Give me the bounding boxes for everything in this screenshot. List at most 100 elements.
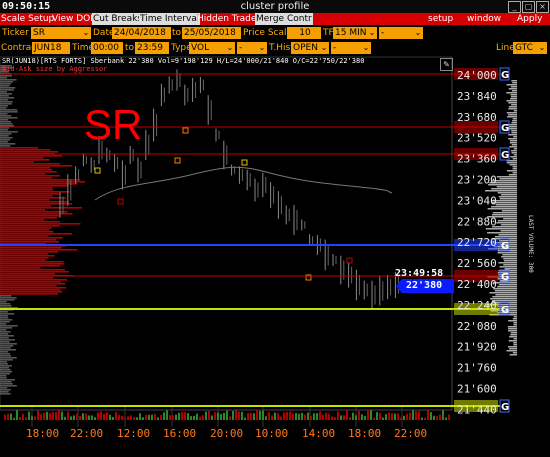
menu-setup[interactable]: setup xyxy=(428,13,453,25)
volume-profile-bar xyxy=(0,159,50,161)
volume-profile-bar xyxy=(0,151,59,153)
menu-time-interval[interactable]: Time Interval xyxy=(139,13,201,25)
volume-profile-bar xyxy=(0,169,53,171)
volume-histogram-bar xyxy=(412,410,414,420)
volume-histogram-bar xyxy=(205,411,207,420)
volume-profile-bar xyxy=(0,105,9,107)
menu-apply[interactable]: Apply xyxy=(517,13,542,25)
volume-profile-bar xyxy=(0,171,57,173)
type-select[interactable]: VOL xyxy=(189,42,225,54)
volume-profile-bar xyxy=(0,231,54,233)
volume-histogram-bar xyxy=(16,410,18,420)
volume-histogram-bar xyxy=(340,415,342,420)
volume-profile-bar xyxy=(0,133,12,135)
menu-cut-breaks[interactable]: Cut Breaks xyxy=(92,13,144,25)
time-to-field[interactable]: 23:59 xyxy=(135,42,169,54)
volume-profile-bar xyxy=(0,233,73,235)
right-volume-bar xyxy=(510,334,517,336)
volume-histogram-bar xyxy=(25,417,27,420)
thist-chevron-down-icon[interactable]: ⌄ xyxy=(319,42,329,54)
chart-canvas[interactable]: G G G G G G G 24'000 23'840 23'680 23'520 23'360 23… xyxy=(0,55,550,453)
volume-profile-bar xyxy=(0,189,53,191)
volume-profile-bar xyxy=(0,365,12,367)
right-volume-bar xyxy=(513,344,517,346)
ticker-select[interactable]: SR xyxy=(31,27,81,39)
volume-profile-bar xyxy=(0,147,38,149)
menu-merge-contr[interactable]: Merge Contr xyxy=(255,13,313,25)
volume-profile-bar xyxy=(0,149,51,151)
right-volume-bar xyxy=(507,326,517,328)
tf-chevron-down-icon[interactable]: ⌄ xyxy=(367,27,377,39)
thist-extra-chevron-down-icon[interactable]: ⌄ xyxy=(361,42,371,54)
volume-histogram-bar xyxy=(97,412,99,420)
tf-select[interactable]: 15 MIN xyxy=(333,27,367,39)
volume-histogram-bar xyxy=(280,416,282,420)
menu-hidden-trades[interactable]: Hidden Trades xyxy=(197,13,261,25)
volume-histogram-bar xyxy=(253,413,255,420)
volume-profile-bar xyxy=(0,271,69,273)
volume-histogram-bar xyxy=(109,414,111,420)
contract-field[interactable]: JUN18 xyxy=(32,42,70,54)
volume-profile-bar xyxy=(0,235,49,237)
type-extra-select[interactable]: - xyxy=(237,42,257,54)
right-volume-bar xyxy=(506,350,517,352)
close-icon[interactable]: × xyxy=(536,1,549,13)
volume-histogram-bar xyxy=(430,412,432,420)
line-chevron-down-icon[interactable]: ⌄ xyxy=(537,42,547,54)
minimize-icon[interactable]: _ xyxy=(508,1,521,13)
volume-profile-bar xyxy=(0,327,13,329)
ticker-chevron-down-icon[interactable]: ⌄ xyxy=(81,27,91,39)
menu-window[interactable]: window xyxy=(467,13,501,25)
right-volume-bar xyxy=(512,158,517,160)
volume-histogram-bar xyxy=(211,415,213,420)
volume-profile-bar xyxy=(0,183,78,185)
date-from-field[interactable]: 24/04/2018 xyxy=(112,27,171,39)
volume-profile-bar xyxy=(0,219,45,221)
volume-profile-bar xyxy=(0,181,86,183)
cluster-chart[interactable]: G G G G G G G 24'000 23'840 23'680 23'520 23'360 23… xyxy=(0,55,550,453)
volume-histogram-bar xyxy=(400,417,402,420)
right-volume-bar xyxy=(511,122,517,124)
thist-select[interactable]: OPEN xyxy=(291,42,319,54)
maximize-icon[interactable]: ▢ xyxy=(522,1,535,13)
tf-extra-select[interactable]: - xyxy=(379,27,413,39)
volume-histogram-bar xyxy=(151,414,153,420)
line-select[interactable]: GTC xyxy=(513,42,537,54)
type-extra-chevron-down-icon[interactable]: ⌄ xyxy=(257,42,267,54)
date-to-field[interactable]: 25/05/2018 xyxy=(182,27,241,39)
volume-profile-bar xyxy=(0,249,78,251)
volume-profile-bar xyxy=(0,287,66,289)
time-from-field[interactable]: 00:00 xyxy=(91,42,123,54)
volume-histogram-bar xyxy=(319,411,321,420)
right-volume-bar xyxy=(499,266,517,268)
volume-histogram-bar xyxy=(310,415,312,420)
volume-profile-bar xyxy=(0,89,14,91)
volume-histogram-bar xyxy=(40,414,42,420)
volume-histogram-bar xyxy=(79,415,81,420)
menu-scale-setup[interactable]: Scale Setup xyxy=(1,13,54,25)
volume-profile-bar xyxy=(0,137,13,139)
volume-profile-bar xyxy=(0,371,13,373)
volume-axis-label: LAST VOLUME: 300 xyxy=(527,215,534,273)
thist-extra-select[interactable]: - xyxy=(331,42,361,54)
volume-histogram-bar xyxy=(88,415,90,420)
volume-histogram-bar xyxy=(346,410,348,420)
volume-profile-bar xyxy=(0,213,73,215)
time-tick-label: 14:00 xyxy=(302,427,335,440)
right-volume-bar xyxy=(508,108,517,110)
right-volume-bar xyxy=(513,154,517,156)
volume-profile-bar xyxy=(0,75,13,77)
pencil-icon[interactable]: ✎ xyxy=(440,58,453,71)
volume-profile-bar xyxy=(0,299,15,301)
tf-extra-chevron-down-icon[interactable]: ⌄ xyxy=(413,27,423,39)
right-volume-bar xyxy=(510,156,517,158)
volume-profile-bar xyxy=(0,131,18,133)
volume-histogram-bar xyxy=(388,412,390,420)
price-scale-field[interactable]: 10 xyxy=(287,27,321,39)
price-tick-label: 24'000 xyxy=(457,69,497,82)
right-volume-bar xyxy=(499,178,517,180)
right-volume-bar xyxy=(506,170,517,172)
volume-histogram-bar xyxy=(244,417,246,420)
volume-profile-bar xyxy=(0,389,11,391)
type-chevron-down-icon[interactable]: ⌄ xyxy=(225,42,235,54)
